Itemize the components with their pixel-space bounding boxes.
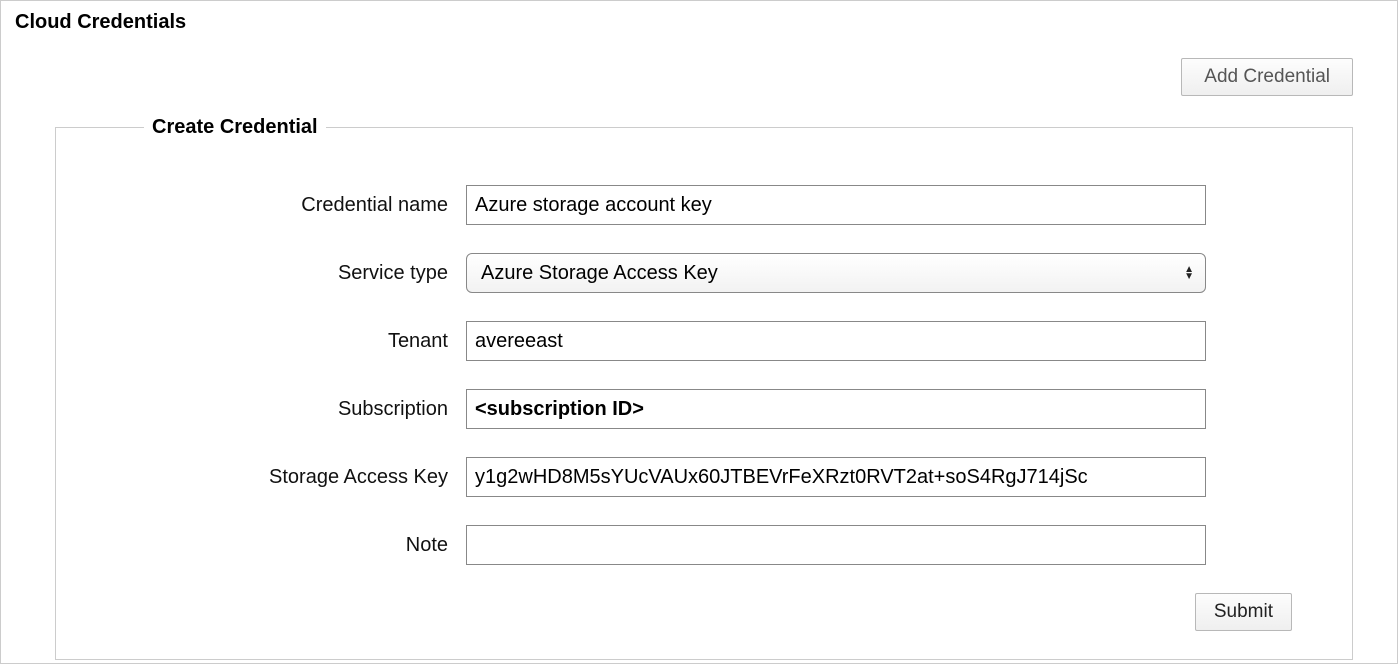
subscription-input[interactable]	[466, 389, 1206, 429]
create-credential-legend: Create Credential	[144, 116, 326, 139]
wrap-credential-name	[466, 185, 1206, 225]
label-note: Note	[116, 534, 466, 557]
submit-button[interactable]: Submit	[1195, 593, 1292, 631]
submit-row: Submit	[116, 593, 1292, 631]
label-credential-name: Credential name	[116, 194, 466, 217]
service-type-value: Azure Storage Access Key	[481, 262, 718, 285]
credential-name-input[interactable]	[466, 185, 1206, 225]
row-storage-access-key: Storage Access Key	[116, 457, 1292, 497]
note-input[interactable]	[466, 525, 1206, 565]
row-subscription: Subscription	[116, 389, 1292, 429]
label-service-type: Service type	[116, 262, 466, 285]
tenant-input[interactable]	[466, 321, 1206, 361]
row-note: Note	[116, 525, 1292, 565]
page-title: Cloud Credentials	[15, 11, 1383, 34]
wrap-service-type: Azure Storage Access Key ▲ ▼	[466, 253, 1206, 293]
row-service-type: Service type Azure Storage Access Key ▲ …	[116, 253, 1292, 293]
label-tenant: Tenant	[116, 330, 466, 353]
label-subscription: Subscription	[116, 398, 466, 421]
cloud-credentials-panel: Cloud Credentials Add Credential Create …	[0, 0, 1398, 664]
label-storage-access-key: Storage Access Key	[116, 466, 466, 489]
row-credential-name: Credential name	[116, 185, 1292, 225]
row-tenant: Tenant	[116, 321, 1292, 361]
create-credential-fieldset: Create Credential Credential name Servic…	[55, 116, 1353, 660]
wrap-note	[466, 525, 1206, 565]
wrap-tenant	[466, 321, 1206, 361]
wrap-storage-access-key	[466, 457, 1206, 497]
storage-access-key-input[interactable]	[466, 457, 1206, 497]
wrap-subscription	[466, 389, 1206, 429]
add-credential-button[interactable]: Add Credential	[1181, 58, 1353, 96]
service-type-select[interactable]: Azure Storage Access Key ▲ ▼	[466, 253, 1206, 293]
top-actions: Add Credential	[15, 58, 1353, 96]
